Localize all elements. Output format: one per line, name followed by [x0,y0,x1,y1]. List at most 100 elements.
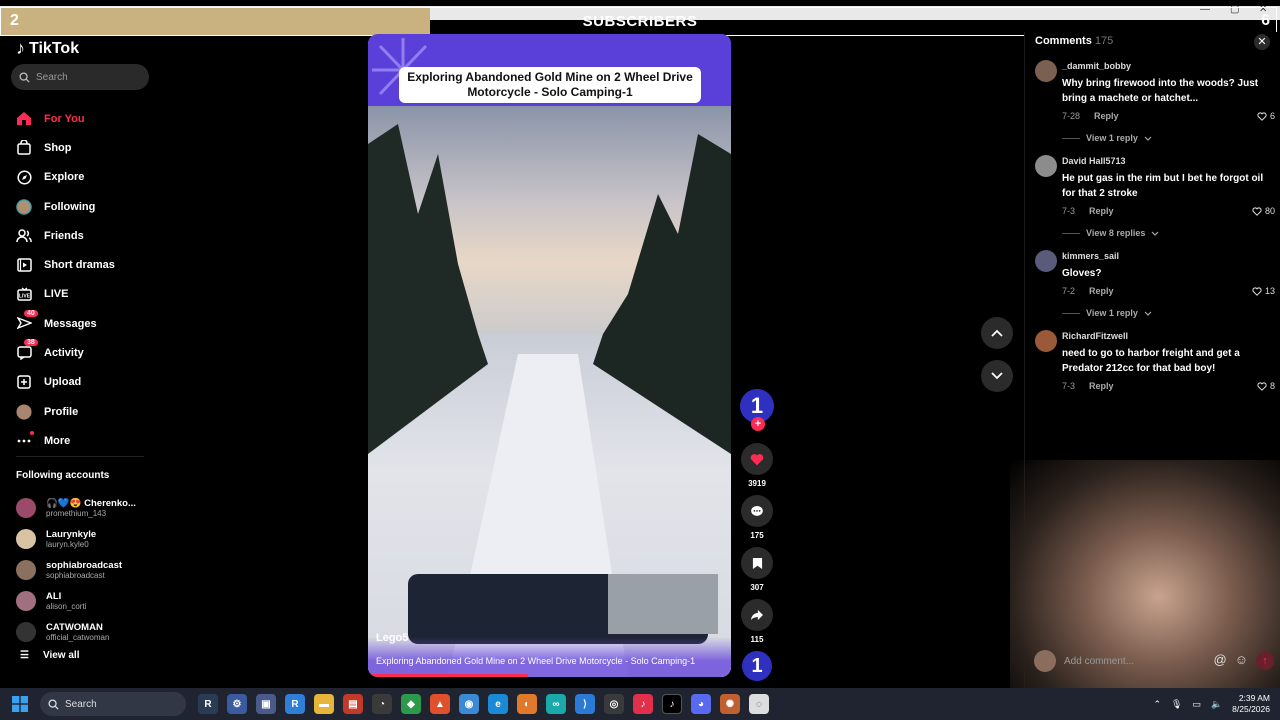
more-dot-indicator [30,430,34,435]
windows-taskbar: Search R ⚙ ▣ R ▬ ▤ ◔ ◆ ▲ ◉ e ◐ ∞ ⟩ ◎ ♪ ♪… [0,688,1280,720]
following-account[interactable]: ALI alison_corti [16,585,156,616]
comment-username[interactable]: kimmers_sail [1062,250,1275,262]
app-monitor-icon[interactable]: ▣ [256,694,276,714]
follow-plus-icon[interactable]: + [751,417,765,431]
reply-button[interactable]: Reply [1089,206,1114,216]
app-shield-icon[interactable]: ◆ [401,694,421,714]
app-news-icon[interactable]: ▤ [343,694,363,714]
start-button[interactable] [0,696,40,712]
following-account[interactable]: 🎧💙😍 Cherenko... promethium_143 [16,492,156,523]
taskbar-clock[interactable]: 2:39 AM 8/25/2026 [1232,693,1270,715]
commenter-avatar[interactable] [1035,155,1057,177]
save-button[interactable] [741,547,773,579]
view-replies-button[interactable]: View 1 reply [1062,133,1275,143]
commenter-avatar[interactable] [1035,250,1057,272]
comment-like-button[interactable]: 13 [1252,286,1275,296]
tiktok-logo[interactable]: ♪ TikTok [16,38,79,59]
like-button[interactable] [741,443,773,475]
comment-like-button[interactable]: 6 [1257,111,1275,121]
comment-like-button[interactable]: 80 [1252,206,1275,216]
mention-icon[interactable]: @ [1214,652,1227,670]
following-account[interactable]: Laurynkyle lauryn.kyle0 [16,523,156,554]
firefox-browser-icon[interactable]: ◐ [517,694,537,714]
creator-avatar[interactable]: 1 + [740,389,774,431]
tiktok-app-icon[interactable]: ♪ [662,694,682,714]
vscode-icon[interactable]: ⟩ [575,694,595,714]
following-account[interactable]: sophiabroadcast sophiabroadcast [16,554,156,585]
app-network-icon[interactable]: ⚙ [227,694,247,714]
sound-disc[interactable]: 1 [742,651,772,681]
comment-action[interactable]: 175 [739,495,775,547]
search-box[interactable] [11,64,149,90]
app-terminal-icon[interactable]: R [198,694,218,714]
previous-video-button[interactable] [981,317,1013,349]
emoji-icon[interactable]: ☺ [1235,652,1248,670]
video-author[interactable]: Lego5 [376,632,408,644]
brave-browser-icon[interactable]: ▲ [430,694,450,714]
chrome-browser-icon[interactable]: ◉ [459,694,479,714]
save-action[interactable]: 307 [739,547,775,599]
avatar [16,497,36,518]
comment-username[interactable]: _dammit_bobby [1062,60,1275,72]
sidebar-item-label: Shop [44,141,72,154]
obs-icon[interactable]: ◎ [604,694,624,714]
comment-input[interactable]: Add comment... [1064,656,1134,667]
discord-icon[interactable]: ◕ [691,694,711,714]
app-clock-icon[interactable]: ◔ [372,694,392,714]
comment-button[interactable] [741,495,773,527]
sidebar-item-live[interactable]: LIVE LIVE [0,280,160,309]
sidebar-item-explore[interactable]: Explore [0,163,160,192]
reply-button[interactable]: Reply [1089,381,1114,391]
view-replies-button[interactable]: View 8 replies [1062,228,1275,238]
view-all-button[interactable]: ☰ View all [20,650,79,661]
send-comment-button[interactable]: ↑ [1256,652,1274,670]
reply-button[interactable]: Reply [1089,286,1114,296]
app-remote-icon[interactable]: R [285,694,305,714]
sidebar-item-friends[interactable]: Friends [0,221,160,250]
comment-username[interactable]: David Hall5713 [1062,155,1275,167]
more-icon [16,430,34,449]
short-dramas-icon [16,257,32,273]
volume-icon[interactable]: 🔈 [1211,699,1222,710]
reply-button[interactable]: Reply [1094,111,1119,121]
sidebar-item-profile[interactable]: Profile [0,397,160,426]
following-account[interactable]: CATWOMAN official_catwoman [16,616,156,647]
sidebar-item-upload[interactable]: Upload [0,368,160,397]
sidebar-item-messages[interactable]: 40 Messages [0,309,160,338]
microphone-icon[interactable]: 🎙 [1171,699,1182,710]
commenter-avatar[interactable] [1035,60,1057,82]
comment-input-bar[interactable]: Add comment... @ ☺ ↑ [1034,648,1274,674]
sidebar-item-short-dramas[interactable]: Short dramas [0,250,160,279]
share-button[interactable] [741,599,773,631]
sidebar-item-more[interactable]: More [0,426,160,455]
app-chat-icon[interactable]: ◌ [749,694,769,714]
comment-date: 7-3 [1062,206,1076,216]
creator-avatar-action[interactable]: 1 + [739,389,775,443]
app-game-icon[interactable]: ∞ [546,694,566,714]
sidebar-item-label: Activity [44,347,84,360]
comment-like-count: 8 [1269,381,1275,391]
tiktok-live-icon[interactable]: ♪ [633,694,653,714]
comment-username[interactable]: RichardFitzwell [1062,330,1275,342]
sidebar-item-shop[interactable]: Shop [0,133,160,162]
share-action[interactable]: 115 [739,599,775,651]
sidebar-item-following[interactable]: Following [0,192,160,221]
file-explorer-icon[interactable]: ▬ [314,694,334,714]
edge-browser-icon[interactable]: e [488,694,508,714]
close-comments-button[interactable]: ✕ [1254,34,1270,50]
taskbar-search[interactable]: Search [40,692,186,716]
commenter-avatar[interactable] [1035,330,1057,352]
video-player[interactable]: Exploring Abandoned Gold Mine on 2 Wheel… [368,34,731,677]
view-replies-button[interactable]: View 1 reply [1062,308,1275,318]
sound-action[interactable]: 1 [739,651,775,687]
video-progress-bar[interactable] [368,674,528,677]
app-burst-icon[interactable]: ✺ [720,694,740,714]
like-action[interactable]: 3919 [739,443,775,495]
search-input[interactable] [36,71,136,83]
sidebar-item-for-you[interactable]: For You [0,104,160,133]
sidebar-item-activity[interactable]: 38 Activity [0,338,160,367]
tray-overflow-icon[interactable]: ⌃ [1153,699,1161,710]
next-video-button[interactable] [981,360,1013,392]
comment-like-button[interactable]: 8 [1257,381,1275,391]
display-icon[interactable]: ▭ [1192,699,1201,710]
